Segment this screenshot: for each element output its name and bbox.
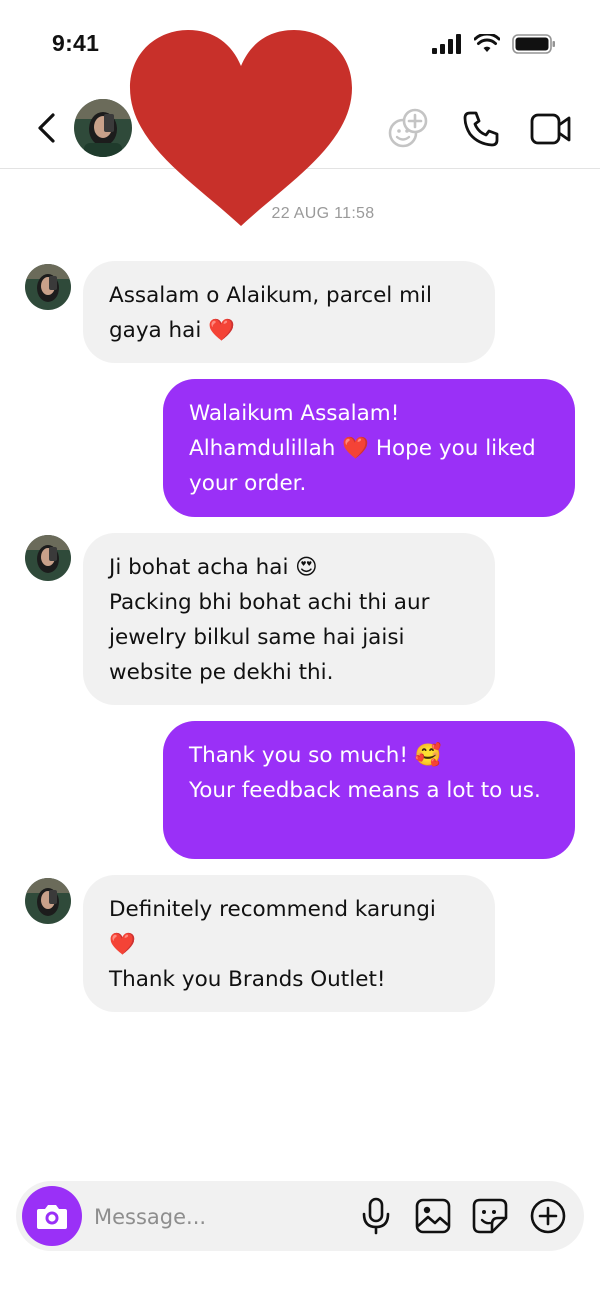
wifi-icon <box>474 34 500 54</box>
message-composer <box>16 1181 584 1251</box>
status-time: 9:41 <box>52 30 100 56</box>
microphone-icon <box>362 1197 390 1235</box>
back-chevron-icon <box>38 113 55 143</box>
battery-icon <box>512 34 556 54</box>
back-button[interactable] <box>28 108 64 148</box>
phone-icon <box>463 111 499 147</box>
signal-icon <box>432 34 462 54</box>
voice-message-button[interactable] <box>356 1196 396 1236</box>
sticker-icon <box>472 1198 508 1234</box>
camera-icon <box>37 1205 67 1229</box>
audio-call-button[interactable] <box>458 106 504 152</box>
red-heart-icon <box>130 30 352 226</box>
video-effects-button[interactable] <box>384 106 430 152</box>
more-options-button[interactable] <box>528 1196 568 1236</box>
message-bubble-received[interactable]: Definitely recommend karungi ❤️ Thank yo… <box>83 875 495 1012</box>
message-bubble-sent[interactable]: Thank you so much! 🥰 Your feedback means… <box>163 721 575 859</box>
sticker-button[interactable] <box>470 1196 510 1236</box>
sender-avatar[interactable] <box>25 264 71 310</box>
video-call-button[interactable] <box>528 106 574 152</box>
sender-avatar[interactable] <box>25 878 71 924</box>
gallery-icon <box>415 1198 451 1234</box>
video-camera-icon <box>530 113 571 145</box>
avatar[interactable] <box>74 99 132 157</box>
sender-avatar[interactable] <box>25 535 71 581</box>
message-bubble-received[interactable]: Assalam o Alaikum, parcel mil gaya hai ❤… <box>83 261 495 363</box>
message-input[interactable] <box>92 1195 346 1239</box>
status-icons <box>432 34 556 54</box>
message-bubble-sent[interactable]: Walaikum Assalam! Alhamdulillah ❤️ Hope … <box>163 379 575 517</box>
message-bubble-received[interactable]: Ji bohat acha hai 😍 Packing bhi bohat ac… <box>83 533 495 705</box>
gallery-button[interactable] <box>413 1196 453 1236</box>
video-effects-icon <box>388 108 428 148</box>
plus-circle-icon <box>530 1198 566 1234</box>
camera-button[interactable] <box>22 1186 82 1246</box>
